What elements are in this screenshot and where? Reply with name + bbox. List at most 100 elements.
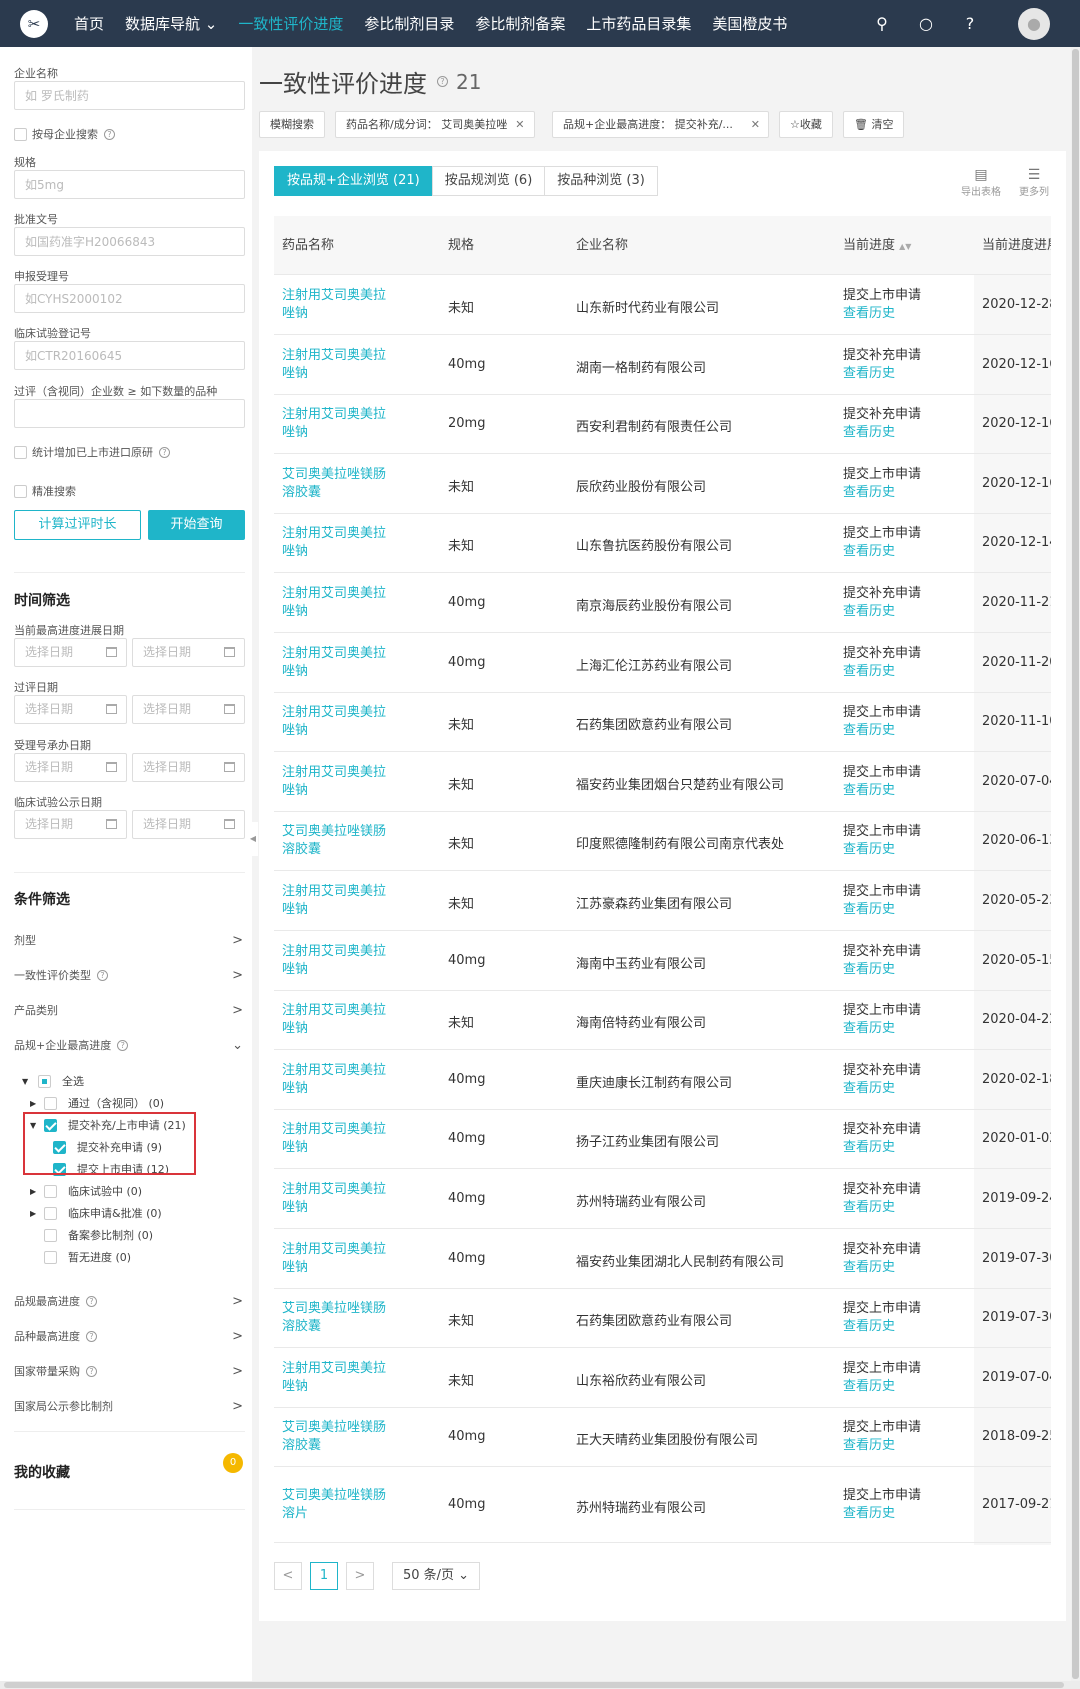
date-end[interactable]: 选择日期 [132,695,245,724]
close-icon[interactable]: ✕ [515,118,524,131]
view-history-link[interactable]: 查看历史 [843,305,921,323]
page-size-select[interactable]: 50 条/页 ⌄ [392,1562,481,1590]
trial-input[interactable] [14,341,245,370]
drug-name-link[interactable]: 艾司奥美拉唑镁肠溶胶囊 [282,823,392,859]
nav-orange-book[interactable]: 美国橙皮书 [712,13,787,34]
view-history-link[interactable]: 查看历史 [843,1318,921,1336]
avatar[interactable]: ● [1018,7,1050,40]
view-history-link[interactable]: 查看历史 [843,663,921,681]
view-history-link[interactable]: 查看历史 [843,722,921,740]
view-history-link[interactable]: 查看历史 [843,1378,921,1396]
drug-name-link[interactable]: 注射用艾司奥美拉唑钠 [282,347,392,383]
calc-duration-button[interactable]: 计算过评时长 [14,510,141,540]
view-history-link[interactable]: 查看历史 [843,484,921,502]
by-parent-checkbox[interactable]: 按母企业搜索? [14,126,115,142]
export-table-button[interactable]: ▤ 导出表格 [961,167,1001,198]
nav-database[interactable]: 数据库导航 ⌄ [125,13,217,34]
tab-by-variety[interactable]: 按品种浏览 (3) [544,166,658,196]
cond-eval-type[interactable]: 一致性评价类型? > [14,967,245,983]
favorites-title[interactable]: 我的收藏 [14,1462,70,1482]
nav-consistency[interactable]: 一致性评价进度 [238,13,343,34]
date-end[interactable]: 选择日期 [132,638,245,667]
cond-spec-progress[interactable]: 品规最高进度? > [14,1293,245,1309]
cond-reference-published[interactable]: 国家局公示参比制剂 > [14,1398,245,1414]
nav-reference-catalog[interactable]: 参比制剂目录 [364,13,454,34]
drug-name-link[interactable]: 注射用艾司奥美拉唑钠 [282,1360,392,1396]
company-input[interactable] [14,81,245,110]
view-history-link[interactable]: 查看历史 [843,1505,921,1523]
page-1-button[interactable]: 1 [310,1562,338,1590]
cond-spec-company-progress[interactable]: 品规+企业最高进度? ⌄ [14,1037,245,1053]
vertical-scrollbar[interactable] [1071,47,1080,1681]
help-icon[interactable]: ? [437,76,448,87]
start-search-button[interactable]: 开始查询 [148,510,245,540]
accept-input[interactable] [14,284,245,313]
help-icon[interactable]: ? [960,14,980,33]
view-history-link[interactable]: 查看历史 [843,782,921,800]
horizontal-scrollbar[interactable] [0,1681,1080,1689]
nav-home[interactable]: 首页 [74,13,104,34]
view-history-link[interactable]: 查看历史 [843,1020,921,1038]
view-history-link[interactable]: 查看历史 [843,901,921,919]
view-history-link[interactable]: 查看历史 [843,1437,921,1455]
progress-chip[interactable]: 品规+企业最高进度： 提交补充/... ✕ [552,111,769,138]
date-start[interactable]: 选择日期 [14,810,127,839]
next-page-button[interactable]: > [346,1562,374,1590]
tree-item[interactable]: ▶ 临床申请&批准 (0) [30,1205,162,1221]
view-history-link[interactable]: 查看历史 [843,365,921,383]
cond-volume-procurement[interactable]: 国家带量采购? > [14,1363,245,1379]
drug-name-link[interactable]: 注射用艾司奥美拉唑钠 [282,525,392,561]
drug-name-link[interactable]: 注射用艾司奥美拉唑钠 [282,1062,392,1098]
drug-name-link[interactable]: 注射用艾司奥美拉唑钠 [282,1121,392,1157]
date-end[interactable]: 选择日期 [132,810,245,839]
view-history-link[interactable]: 查看历史 [843,961,921,979]
drug-name-link[interactable]: 注射用艾司奥美拉唑钠 [282,764,392,800]
drug-name-link[interactable]: 注射用艾司奥美拉唑钠 [282,287,392,323]
approval-input[interactable] [14,227,245,256]
drug-name-link[interactable]: 注射用艾司奥美拉唑钠 [282,406,392,442]
drug-name-link[interactable]: 艾司奥美拉唑镁肠溶胶囊 [282,1300,392,1336]
import-checkbox[interactable]: 统计增加已上市进口原研? [14,444,170,460]
view-history-link[interactable]: 查看历史 [843,841,921,859]
nav-listed-drugs[interactable]: 上市药品目录集 [586,13,691,34]
cond-variety-progress[interactable]: 品种最高进度? > [14,1328,245,1344]
date-start[interactable]: 选择日期 [14,753,127,782]
spec-input[interactable] [14,170,245,199]
favorite-button[interactable]: ☆收藏 [779,111,833,138]
drug-name-link[interactable]: 艾司奥美拉唑镁肠溶片 [282,1487,392,1523]
sort-icon[interactable]: ▲▼ [899,242,911,251]
cond-dosage-form[interactable]: 剂型 > [14,932,245,948]
collapse-sidebar-handle[interactable]: ◀ [248,822,258,856]
fuzzy-search-chip[interactable]: 模糊搜索 [259,111,325,138]
tab-by-spec[interactable]: 按品规浏览 (6) [431,166,546,196]
prev-page-button[interactable]: < [274,1562,302,1590]
logo-icon[interactable]: ✂ [20,9,48,38]
drug-name-link[interactable]: 注射用艾司奥美拉唑钠 [282,943,392,979]
close-icon[interactable]: ✕ [751,112,760,137]
nav-reference-filing[interactable]: 参比制剂备案 [475,13,565,34]
count-input[interactable] [14,399,245,428]
clear-button[interactable]: 🗑 清空 [843,111,905,138]
view-history-link[interactable]: 查看历史 [843,1199,921,1217]
drug-name-link[interactable]: 注射用艾司奥美拉唑钠 [282,883,392,919]
drug-name-link[interactable]: 艾司奥美拉唑镁肠溶胶囊 [282,466,392,502]
drug-name-link[interactable]: 注射用艾司奥美拉唑钠 [282,1241,392,1277]
more-columns-button[interactable]: ☰ 更多列 [1019,167,1049,198]
drug-name-link[interactable]: 注射用艾司奥美拉唑钠 [282,585,392,621]
view-history-link[interactable]: 查看历史 [843,543,921,561]
drug-name-link[interactable]: 注射用艾司奥美拉唑钠 [282,1002,392,1038]
tab-by-spec-company[interactable]: 按品规+企业浏览 (21) [274,166,433,196]
exact-checkbox[interactable]: 精准搜索 [14,483,76,499]
col-progress[interactable]: 当前进度 ▲▼ [843,216,911,275]
cond-product-type[interactable]: 产品类别 > [14,1002,245,1018]
drug-name-chip[interactable]: 药品名称/成分词： 艾司奥美拉唑 ✕ [335,111,536,138]
date-end[interactable]: 选择日期 [132,753,245,782]
view-history-link[interactable]: 查看历史 [843,424,921,442]
tree-select-all[interactable]: ▼ 全选 [22,1073,84,1089]
view-history-link[interactable]: 查看历史 [843,603,921,621]
bulb-icon[interactable]: ○ [916,14,936,33]
view-history-link[interactable]: 查看历史 [843,1080,921,1098]
tree-item[interactable]: ▶ 通过（含视同） (0) [30,1095,164,1111]
tree-item[interactable]: 备案参比制剂 (0) [44,1227,153,1243]
view-history-link[interactable]: 查看历史 [843,1139,921,1157]
